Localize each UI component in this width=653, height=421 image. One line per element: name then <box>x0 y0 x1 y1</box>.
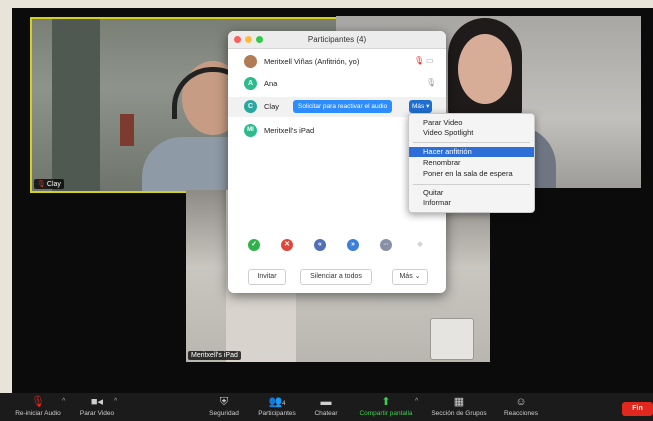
clear-reaction-icon[interactable]: ◆ <box>414 239 426 251</box>
participant-row-host[interactable]: Meritxell Viñas (Anfitrión, yo) 🎙 ▭ <box>228 52 446 72</box>
participant-label-clay: 🎙Clay <box>34 179 64 189</box>
zoom-window-button[interactable] <box>256 36 263 43</box>
participant-more-menu: Parar Video Video Spotlight Hacer anfitr… <box>408 113 535 213</box>
more-options-button[interactable]: Más ▾ <box>409 100 433 113</box>
yes-reaction-icon[interactable]: ✓ <box>248 239 260 251</box>
bookshelf <box>52 19 100 191</box>
participants-button[interactable]: 👥4 Participantes <box>252 395 302 417</box>
invite-button[interactable]: Invitar <box>248 269 286 285</box>
menu-item-stop-video[interactable]: Parar Video <box>409 118 534 128</box>
participants-icon: 👥4 <box>268 396 286 408</box>
faster-reaction-icon[interactable]: » <box>347 239 359 251</box>
close-window-button[interactable] <box>234 36 241 43</box>
share-options-caret[interactable]: ^ <box>415 398 418 405</box>
video-options-caret[interactable]: ^ <box>114 398 117 405</box>
stop-video-button[interactable]: ■◂ Parar Video <box>76 395 118 417</box>
share-screen-icon: ⬆ <box>381 396 391 408</box>
video-off-icon[interactable]: ▭ <box>426 56 434 65</box>
chat-bubble-icon: ▬ <box>320 396 332 408</box>
video-camera-icon: ■◂ <box>90 396 104 408</box>
participant-label-ipad: Meritxell's iPad <box>188 351 241 360</box>
slower-reaction-icon[interactable]: « <box>314 239 326 251</box>
chat-button[interactable]: ▬ Chatear <box>310 395 342 417</box>
restart-audio-button[interactable]: 🎙 Re-iniciar Audio <box>11 395 65 417</box>
reactions-button[interactable]: ☺ Reacciones <box>500 395 542 417</box>
audio-options-caret[interactable]: ^ <box>62 398 65 405</box>
share-screen-button[interactable]: ⬆ Compartir pantalla <box>353 395 419 417</box>
end-meeting-button[interactable]: Fin <box>622 402 653 416</box>
more-footer-button[interactable]: Más ⌄ <box>392 269 428 285</box>
more-reaction-icon[interactable]: ··· <box>380 239 392 251</box>
wall-picture <box>120 114 134 146</box>
shield-icon: ⛨ <box>219 396 229 408</box>
intercom-device <box>430 318 474 360</box>
participant-name: Ana <box>264 79 278 88</box>
menu-divider <box>413 142 530 143</box>
menu-item-waiting-room[interactable]: Poner en la sala de espera <box>409 169 534 179</box>
muted-mic-icon: 🎙 <box>31 396 45 408</box>
breakout-rooms-button[interactable]: ▦ Sección de Grupos <box>427 395 491 417</box>
no-reaction-icon[interactable]: ✕ <box>281 239 293 251</box>
participant-name: Clay <box>264 102 280 111</box>
menu-item-video-spotlight[interactable]: Video Spotlight <box>409 128 534 138</box>
participant-name: Meritxell's iPad <box>264 126 315 135</box>
participant-name: Meritxell Viñas (Anfitrión, yo) <box>264 57 360 66</box>
nonverbal-reactions-bar: ✓ ✕ « » ··· ◆ <box>228 239 446 255</box>
menu-divider <box>413 184 530 185</box>
meritxell-face <box>458 34 512 104</box>
mute-all-button[interactable]: Silenciar a todos <box>300 269 372 285</box>
avatar: C <box>244 100 257 113</box>
meeting-toolbar: 🎙 Re-iniciar Audio ^ ■◂ Parar Video ^ ⛨ … <box>0 393 653 421</box>
menu-item-report[interactable]: Informar <box>409 198 534 208</box>
avatar <box>244 55 257 68</box>
menu-item-rename[interactable]: Renombrar <box>409 158 534 168</box>
ask-to-unmute-button[interactable]: Solicitar para reactivar el audio <box>293 100 393 113</box>
menu-item-make-host[interactable]: Hacer anfitrión <box>409 147 534 157</box>
muted-mic-icon: 🎙 <box>37 181 46 188</box>
security-button[interactable]: ⛨ Seguridad <box>205 395 243 417</box>
participants-count: 4 <box>282 401 286 407</box>
menu-item-remove[interactable]: Quitar <box>409 188 534 198</box>
grid-icon: ▦ <box>453 396 465 408</box>
avatar: A <box>244 77 257 90</box>
muted-mic-icon[interactable]: 🎙 <box>414 56 424 65</box>
participants-footer: Invitar Silenciar a todos Más ⌄ <box>228 269 446 285</box>
avatar: MI <box>244 124 257 137</box>
participants-titlebar: Participantes (4) <box>228 31 446 49</box>
minimize-window-button[interactable] <box>245 36 252 43</box>
participant-row-ana[interactable]: A Ana 🎙 <box>228 74 446 94</box>
mic-icon[interactable]: 🎙 <box>426 78 436 87</box>
smiley-icon: ☺ <box>515 396 527 408</box>
